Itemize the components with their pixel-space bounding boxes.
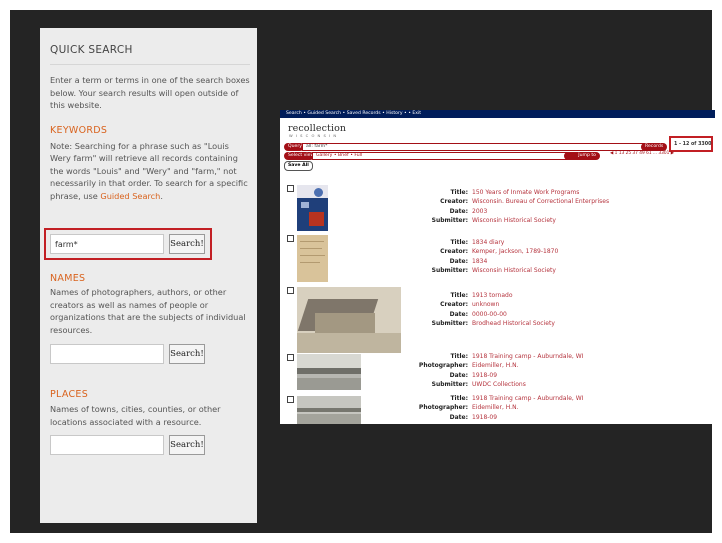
names-search-button[interactable]: Search! [169,344,205,364]
record-checkbox[interactable] [287,287,294,294]
field-label: Submitter: [431,319,468,327]
field-label: Creator: [440,248,468,256]
record-checkbox[interactable] [287,185,294,192]
field-label: Creator: [440,301,468,309]
keywords-search-row: farm* Search! [44,228,246,260]
recollection-logo-sub: WISCONSIN [289,134,340,138]
record-title-link[interactable]: 1918 Training camp - Auburndale, WI [472,395,583,402]
record-checkbox[interactable] [287,354,294,361]
field-value-link[interactable]: 0000-00-00 [472,311,507,318]
field-value-link[interactable]: Eidemiller, H.N. [472,362,519,369]
keywords-search-button[interactable]: Search! [169,234,205,254]
field-label: Creator: [440,198,468,206]
field-label: Date: [449,207,468,215]
field-value-link[interactable]: Eidemiller, H.N. [472,404,519,411]
field-label: Title: [450,292,468,299]
field-label: Submitter: [431,266,468,274]
query-label: Query [284,143,304,151]
record-thumbnail[interactable] [297,287,401,353]
keywords-input[interactable]: farm* [50,234,164,254]
field-value-link[interactable]: 1918-09 [472,414,497,421]
field-label: Submitter: [431,216,468,224]
places-heading: PLACES [50,389,89,400]
field-value-link[interactable]: Kemper, Jackson, 1789-1870 [472,248,558,255]
field-label: Date: [449,257,468,265]
record-metadata: Title: 1913 tornado Creator: unknown Date:… [400,291,555,328]
record-metadata: Title: 1834 diary Creator: Kemper, Jackson… [400,238,559,275]
places-description: Names of towns, cities, counties, or oth… [50,404,221,427]
field-value-link[interactable]: Brodhead Historical Society [472,320,555,327]
field-label: Date: [449,371,468,379]
field-label: Photographer: [418,404,468,412]
record-checkbox[interactable] [287,396,294,403]
field-value-link[interactable]: 1918-09 [472,372,497,379]
quick-search-panel: QUICK SEARCH Enter a term or terms in on… [40,28,257,523]
field-label: Title: [450,353,468,360]
record-title-link[interactable]: 1918 Training camp - Auburndale, WI [472,353,583,360]
field-value-link[interactable]: 1834 [472,258,487,265]
records-label: Records [641,143,667,151]
records-count: 1 - 12 of 3300 [674,142,712,147]
recollection-nav-links[interactable]: Search • Guided Search • Saved Records •… [286,110,421,118]
query-input[interactable]: all: farm* [302,143,648,151]
field-value-link[interactable]: UWDC Collections [472,381,526,388]
keywords-heading: KEYWORDS [50,124,108,136]
quick-search-title: QUICK SEARCH [50,44,250,65]
record-checkbox[interactable] [287,235,294,242]
field-label: Title: [450,189,468,196]
record-thumbnail[interactable] [297,396,361,424]
record-metadata: Title: 1918 Training camp - Auburndale, W… [400,394,584,422]
names-search-row: Search! [50,344,246,370]
jump-to-label: Jump to [564,152,600,160]
recollection-nav-bar: Search • Guided Search • Saved Records •… [280,110,715,118]
record-title-link[interactable]: 1834 diary [472,239,504,246]
record-thumbnail[interactable] [297,185,328,231]
recollection-logo: recollection [288,123,347,134]
record-metadata: Title: 150 Years of Inmate Work Programs … [400,188,609,225]
record-metadata: Title: 1918 Training camp - Auburndale, W… [400,352,584,389]
field-value-link[interactable]: 2003 [472,208,487,215]
field-label: Submitter: [431,380,468,388]
quick-search-intro: Enter a term or terms in one of the sear… [50,75,250,110]
names-heading: NAMES [50,273,86,284]
keywords-note: Note: Searching for a phrase such as "Lo… [50,140,250,203]
record-title-link[interactable]: 150 Years of Inmate Work Programs [472,189,579,196]
record-thumbnail[interactable] [297,354,361,390]
view-options[interactable]: Gallery • Brief • Full [312,152,574,160]
places-search-button[interactable]: Search! [169,435,205,455]
field-label: Date: [449,413,468,421]
places-search-row: Search! [50,435,246,461]
record-thumbnail[interactable] [297,235,328,282]
recollection-results: Search • Guided Search • Saved Records •… [280,110,715,424]
field-value-link[interactable]: Wisconsin. Bureau of Correctional Enterp… [472,198,609,205]
field-value-link[interactable]: unknown [472,301,499,308]
names-description: Names of photographers, authors, or othe… [50,287,246,335]
field-label: Photographer: [418,362,468,370]
pager[interactable]: ◀ 1 13 25 37 49 61 ... 3301 ▶ [610,151,674,156]
keywords-note-end: . [160,190,163,201]
places-input[interactable] [50,435,164,455]
save-all-button[interactable]: Save All [284,161,313,171]
view-row: Select view Gallery • Brief • Full Jump … [284,152,614,160]
guided-search-link[interactable]: Guided Search [100,191,160,201]
field-label: Title: [450,239,468,246]
select-view-label: Select view [284,152,314,160]
record-title-link[interactable]: 1913 tornado [472,292,513,299]
query-row: Query all: farm* Records [284,143,674,151]
field-label: Date: [449,310,468,318]
field-value-link[interactable]: Wisconsin Historical Society [472,217,556,224]
names-input[interactable] [50,344,164,364]
field-value-link[interactable]: Wisconsin Historical Society [472,267,556,274]
field-label: Title: [450,395,468,402]
